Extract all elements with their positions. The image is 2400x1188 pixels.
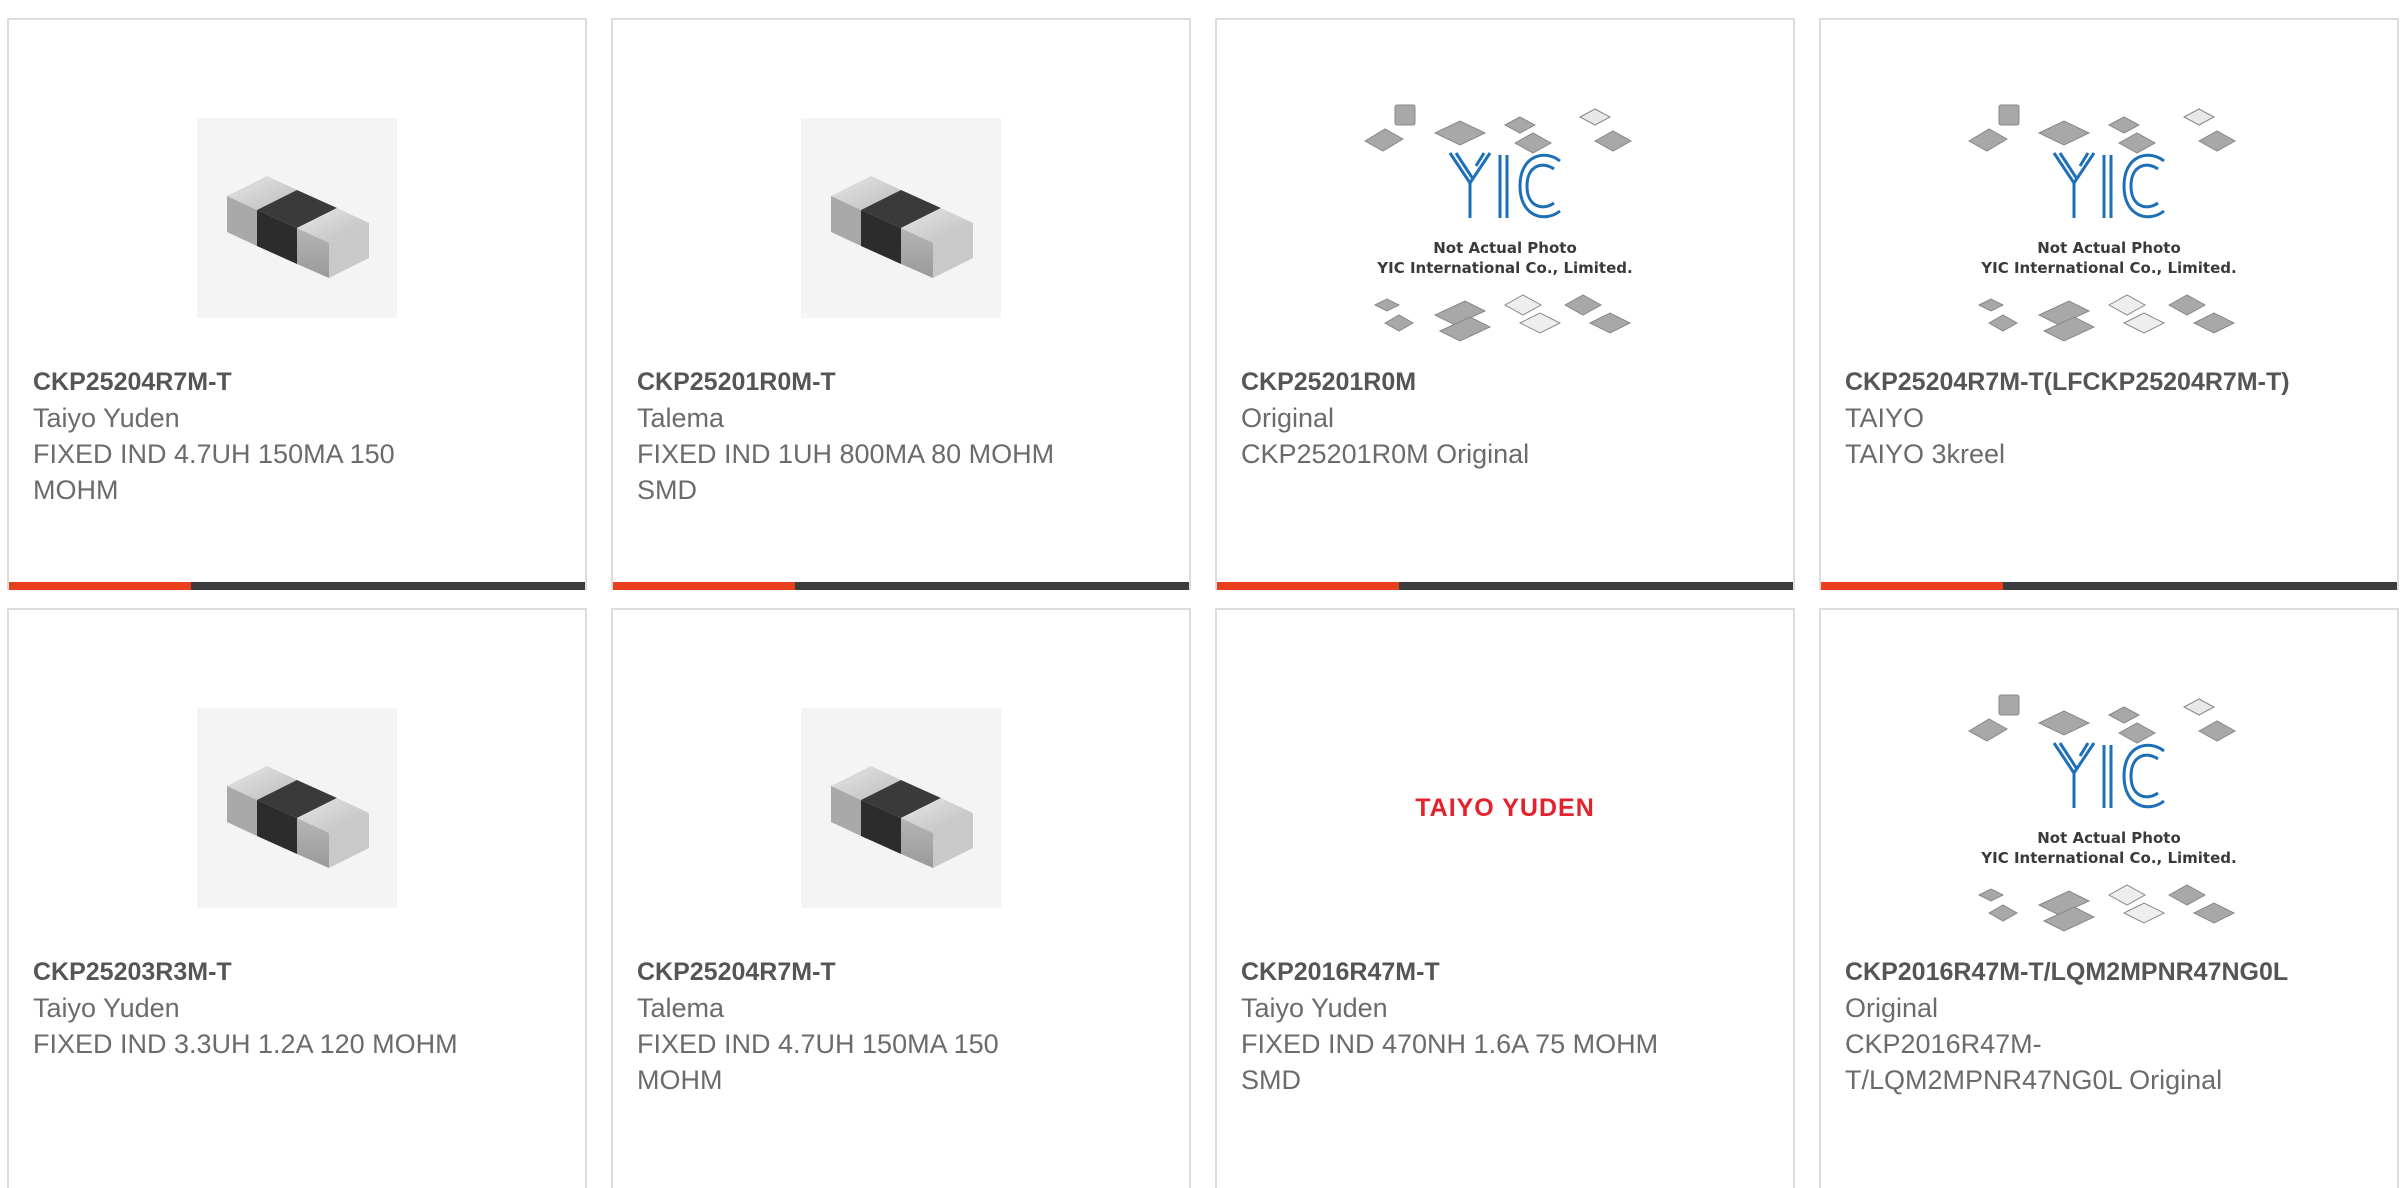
product-name[interactable]: CKP25201R0M (1241, 364, 1775, 400)
card-hover-bar (1217, 582, 1793, 590)
card-hover-bar-accent (9, 582, 191, 590)
product-image[interactable] (9, 68, 585, 368)
product-card[interactable]: CKP25204R7M-T Talema FIXED IND 4.7UH 150MA… (611, 608, 1191, 1188)
yic-caption-1: Not Actual Photo (2037, 829, 2181, 847)
product-info: CKP2016R47M-T/LQM2MPNR47NG0L Original CKP2… (1845, 954, 2379, 1098)
product-image[interactable]: Not Actual Photo YIC International Co., L… (1821, 658, 2397, 958)
smd-inductor-photo (197, 118, 397, 318)
product-card[interactable]: Not Actual Photo YIC International Co., L… (1819, 18, 2399, 590)
product-description: FIXED IND 1UH 800MA 80 MOHM SMD (637, 439, 1055, 505)
product-brand: Original (1845, 993, 1939, 1023)
product-brand: Talema (637, 993, 725, 1023)
product-description: FIXED IND 4.7UH 150MA 150 MOHM (637, 1029, 999, 1095)
yic-placeholder-image: Not Actual Photo YIC International Co., L… (1959, 673, 2237, 943)
product-info: CKP25204R7M-T Talema FIXED IND 4.7UH 150MA… (637, 954, 1171, 1098)
card-hover-bar-accent (1821, 582, 2003, 590)
yic-caption-1: Not Actual Photo (2037, 239, 2181, 257)
product-brand: Taiyo Yuden (1241, 993, 1388, 1023)
product-card[interactable]: CKP25204R7M-T Taiyo Yuden FIXED IND 4.7UH … (7, 18, 587, 590)
yic-caption-2: YIC International Co., Limited. (1980, 259, 2236, 277)
product-info: CKP25204R7M-T(LFCKP25204R7M-T) TAIYO TAIYO… (1845, 364, 2379, 472)
yic-caption-2: YIC International Co., Limited. (1376, 259, 1632, 277)
card-hover-bar (9, 582, 585, 590)
product-brand: TAIYO (1845, 403, 1925, 433)
product-description: FIXED IND 470NH 1.6A 75 MOHM SMD (1241, 1029, 1659, 1095)
product-card[interactable]: CKP25201R0M-T Talema FIXED IND 1UH 800MA 8… (611, 18, 1191, 590)
card-hover-bar (613, 582, 1189, 590)
product-info: CKP25201R0M-T Talema FIXED IND 1UH 800MA 8… (637, 364, 1171, 508)
product-image[interactable] (9, 658, 585, 958)
product-info: CKP25201R0M Original CKP25201R0M Original (1241, 364, 1775, 472)
product-image[interactable] (613, 658, 1189, 958)
product-info: CKP25204R7M-T Taiyo Yuden FIXED IND 4.7UH … (33, 364, 567, 508)
product-card[interactable]: Not Actual Photo YIC International Co., L… (1215, 18, 1795, 590)
card-hover-bar-accent (613, 582, 795, 590)
product-brand: Talema (637, 403, 725, 433)
product-description: CKP2016R47M-T/LQM2MPNR47NG0L Original (1845, 1029, 2223, 1095)
product-name[interactable]: CKP2016R47M-T (1241, 954, 1775, 990)
product-card[interactable]: CKP25203R3M-T Taiyo Yuden FIXED IND 3.3UH … (7, 608, 587, 1188)
product-name[interactable]: CKP25203R3M-T (33, 954, 567, 990)
product-name[interactable]: CKP25204R7M-T (33, 364, 567, 400)
brand-logo: TAIYO YUDEN (1415, 793, 1595, 822)
product-name[interactable]: CKP25204R7M-T(LFCKP25204R7M-T) (1845, 364, 2379, 400)
product-brand: Original (1241, 403, 1335, 433)
product-name[interactable]: CKP25201R0M-T (637, 364, 1171, 400)
card-hover-bar (1821, 582, 2397, 590)
product-name[interactable]: CKP25204R7M-T (637, 954, 1171, 990)
card-hover-bar-accent (1217, 582, 1399, 590)
smd-inductor-photo (197, 708, 397, 908)
product-description: FIXED IND 4.7UH 150MA 150 MOHM (33, 439, 395, 505)
product-brand: Taiyo Yuden (33, 403, 180, 433)
product-card[interactable]: Not Actual Photo YIC International Co., L… (1819, 608, 2399, 1188)
yic-caption-2: YIC International Co., Limited. (1980, 849, 2236, 867)
product-brand: Taiyo Yuden (33, 993, 180, 1023)
yic-placeholder-image: Not Actual Photo YIC International Co., L… (1355, 83, 1633, 353)
yic-caption-1: Not Actual Photo (1433, 239, 1577, 257)
product-image[interactable]: Not Actual Photo YIC International Co., L… (1821, 68, 2397, 368)
product-name[interactable]: CKP2016R47M-T/LQM2MPNR47NG0L (1845, 954, 2379, 990)
product-description: FIXED IND 3.3UH 1.2A 120 MOHM (33, 1029, 458, 1059)
product-image[interactable]: Not Actual Photo YIC International Co., L… (1217, 68, 1793, 368)
product-description: CKP25201R0M Original (1241, 439, 1530, 469)
product-grid: CKP25204R7M-T Taiyo Yuden FIXED IND 4.7UH … (0, 0, 2400, 1188)
product-image[interactable]: TAIYO YUDEN (1217, 658, 1793, 958)
product-card[interactable]: TAIYO YUDEN CKP2016R47M-T Taiyo Yuden FIXED… (1215, 608, 1795, 1188)
smd-inductor-photo (801, 708, 1001, 908)
product-info: CKP2016R47M-T Taiyo Yuden FIXED IND 470NH … (1241, 954, 1775, 1098)
yic-placeholder-image: Not Actual Photo YIC International Co., L… (1959, 83, 2237, 353)
product-image[interactable] (613, 68, 1189, 368)
smd-inductor-photo (801, 118, 1001, 318)
product-info: CKP25203R3M-T Taiyo Yuden FIXED IND 3.3UH … (33, 954, 567, 1062)
product-description: TAIYO 3kreel (1845, 439, 2006, 469)
